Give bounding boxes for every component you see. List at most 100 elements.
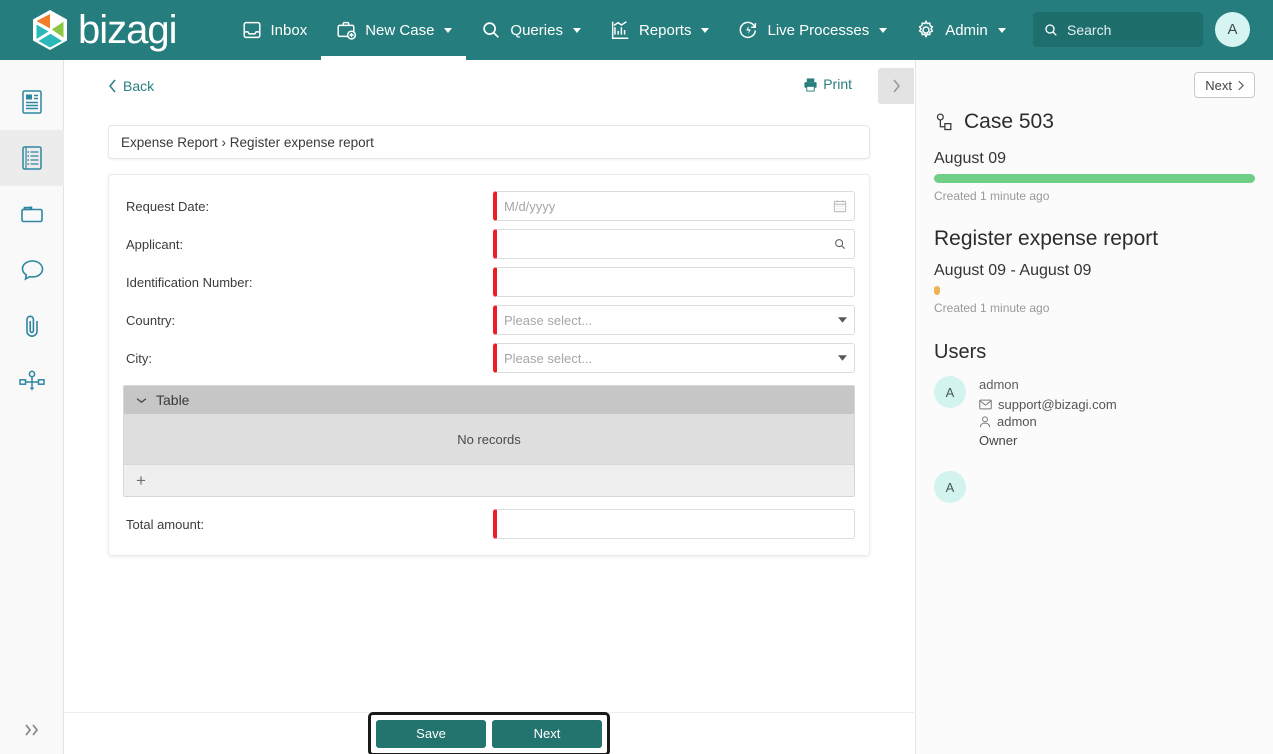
city-select[interactable]: Please select... [493,343,855,373]
printer-icon [804,77,817,92]
chevron-down-icon[interactable] [838,355,847,361]
nav-label-admin: Admin [945,21,988,39]
activity-created-note: Created 1 minute ago [934,301,1050,315]
search-glyph [835,239,846,250]
case-summary-icon [22,90,42,114]
main-navigation: Inbox New Case Queries Reports Live Proc… [227,0,1020,60]
form-toolbar: Back Print [64,60,914,112]
request-date-placeholder: M/d/yyyy [504,198,556,214]
case-date: August 09 [934,150,1007,167]
sidebar-item-attachments[interactable] [0,298,64,354]
field-row-applicant: Applicant: [123,227,855,261]
avatar-initial: A [945,384,955,400]
chevron-down-icon [997,27,1006,33]
chevron-down-glyph [838,317,847,323]
table-empty-state: No records [124,414,854,464]
form-list-icon [22,146,42,170]
field-row-request-date: Request Date: M/d/yyyy [123,189,855,223]
workflow-icon [19,370,45,391]
activity-progress-bar [934,286,940,295]
nav-item-live-processes[interactable]: Live Processes [723,0,901,60]
panel-next-label: Next [1205,77,1232,93]
brand-logo[interactable]: bizagi [30,8,178,52]
search-placeholder: Search [1067,21,1112,38]
field-row-total-amount: Total amount: [123,507,855,541]
add-row-button[interactable]: + [136,472,146,489]
avatar-initial: A [1227,21,1238,38]
table-footer: + [124,464,854,496]
applicant-input[interactable] [493,229,855,259]
nav-item-queries[interactable]: Queries [466,0,595,60]
user-username-line: admon [979,413,1117,431]
sidebar-item-summary[interactable] [0,74,64,130]
sidebar-expand-button[interactable] [0,706,64,754]
country-select[interactable]: Please select... [493,305,855,335]
nav-label-new-case: New Case [365,21,435,39]
field-row-city: City: Please select... [123,341,855,375]
search-icon[interactable] [833,237,847,251]
case-details-panel: Next Case 503 August 09 Created 1 minute… [915,60,1273,754]
bizagi-hexagon-logo [33,10,67,50]
nav-item-admin[interactable]: Admin [901,0,1020,60]
paperclip-icon [26,315,38,337]
user-avatar[interactable]: A [1215,12,1250,47]
nav-item-reports[interactable]: Reports [595,0,724,60]
collapse-panel-button[interactable] [878,68,914,104]
nav-label-reports: Reports [638,21,692,39]
case-node-icon [936,113,952,131]
chevron-down-icon[interactable] [838,317,847,323]
search-input[interactable]: Search [1033,12,1203,47]
total-amount-input[interactable] [493,509,855,539]
case-title: Case 503 [934,110,1255,134]
print-label: Print [823,76,852,92]
nav-item-inbox[interactable]: Inbox [227,0,322,60]
print-button[interactable]: Print [803,76,852,92]
calendar-icon[interactable] [833,199,847,213]
sidebar-item-process-diagram[interactable] [0,354,64,410]
envelope-icon [979,399,992,410]
brand-name: bizagi [78,8,178,52]
next-button[interactable]: Next [492,719,602,748]
user-email-line: support@bizagi.com [979,396,1117,414]
panel-next-button[interactable]: Next [1194,72,1255,98]
user-username: admon [997,414,1037,430]
country-value: Please select... [504,312,593,328]
back-button[interactable]: Back [108,78,154,94]
chevron-down-icon [136,397,147,403]
user-info: admon support@bizagi.com admon Owner [979,376,1117,449]
table-header[interactable]: Table [124,386,854,414]
users-section-title: Users [934,341,987,363]
field-label-city: City: [126,350,152,366]
field-label-total-amount: Total amount: [126,516,205,532]
avatar: A [934,471,966,504]
identification-number-input[interactable] [493,267,855,297]
field-label-applicant: Applicant: [126,236,184,252]
table-title: Table [156,392,190,408]
table-empty-text: No records [457,431,521,447]
case-form-area: Back Print Expense Report › Register exp… [64,60,914,754]
sidebar-item-forms[interactable] [0,130,64,186]
double-chevron-right-icon [25,724,39,736]
request-date-input[interactable]: M/d/yyyy [493,191,855,221]
action-button-group: Save Next [368,711,610,754]
gear-icon [918,19,934,38]
save-button[interactable]: Save [376,719,486,748]
list-item[interactable]: A admon support@bizagi.com admon Owner [934,376,1255,449]
user-email: support@bizagi.com [998,396,1117,412]
user-role: Owner [979,432,1018,448]
sidebar-item-comments[interactable] [0,242,64,298]
sidebar-item-documents[interactable] [0,186,64,242]
nav-item-new-case[interactable]: New Case [321,0,467,60]
activity-title: Register expense report [934,227,1159,250]
breadcrumb-text: Expense Report › Register expense report [121,134,374,150]
list-item[interactable]: A [934,471,1255,504]
bizagi-work-portal: bizagi Inbox New Case Queries Reports Li… [0,0,1273,754]
top-header: bizagi Inbox New Case Queries Reports Li… [0,0,1273,60]
person-icon [979,416,991,427]
field-row-identification-number: Identification Number: [123,265,855,299]
user-name: admon [979,377,1019,392]
live-process-icon [740,21,757,39]
chevron-down-icon [444,27,453,33]
expense-report-form: Request Date: M/d/yyyy Applicant: Identi… [108,174,870,556]
case-title-text: Case 503 [964,110,1054,133]
